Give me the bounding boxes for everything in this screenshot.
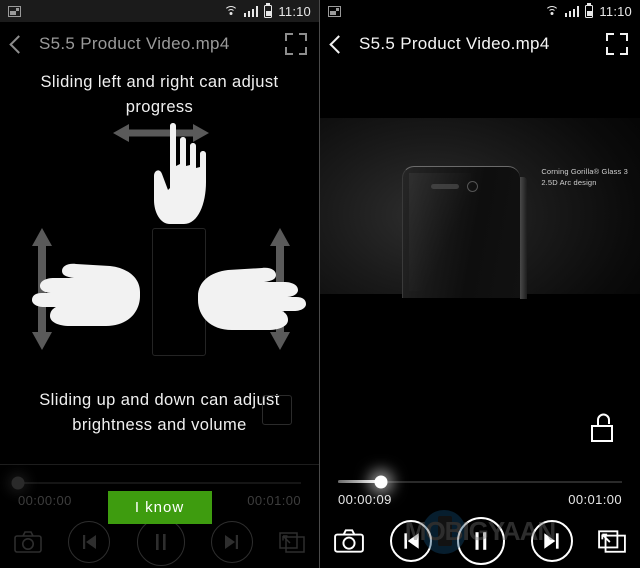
unlock-icon[interactable] (590, 412, 616, 444)
skip-previous-icon[interactable] (68, 521, 111, 563)
video-caption: Corning Gorilla® Glass 3 2.5D Arc design (541, 166, 628, 188)
dual-screenshot-comparison: 11:10 S5.5 Product Video.mp4 Sliding lef… (0, 0, 640, 568)
video-phone-product (402, 166, 527, 299)
wifi-icon (544, 5, 559, 17)
total-time: 00:01:00 (247, 493, 301, 508)
current-time: 00:00:00 (18, 493, 72, 508)
skip-next-icon[interactable] (210, 521, 253, 563)
total-time: 00:01:00 (568, 492, 622, 507)
expand-icon[interactable] (606, 33, 628, 55)
hand-gesture-icon (198, 267, 306, 330)
title-bar: S5.5 Product Video.mp4 (0, 22, 319, 66)
phone-glass-reflection (409, 173, 471, 291)
tutorial-progress-hint: Sliding left and right can adjust progre… (40, 73, 279, 116)
right-panel-video-playback: 11:10 S5.5 Product Video.mp4 Corning Gor… (320, 0, 640, 568)
page-title: S5.5 Product Video.mp4 (39, 34, 230, 53)
status-bar: 11:10 (320, 0, 640, 22)
playback-controls: 00:00:00 00:01:00 I know (0, 464, 319, 568)
hand-gesture-icon (154, 123, 206, 224)
seek-track (18, 482, 301, 484)
background-video-element (262, 395, 292, 425)
battery-icon (585, 4, 594, 18)
video-caption-line1: Corning Gorilla® Glass 3 (541, 167, 628, 176)
current-time: 00:00:09 (338, 492, 392, 507)
seek-thumb[interactable] (11, 476, 25, 489)
seek-bar[interactable] (338, 475, 622, 488)
signal-bars-icon (564, 5, 580, 17)
back-chevron-icon[interactable] (329, 34, 348, 54)
back-chevron-icon[interactable] (9, 34, 28, 54)
pause-icon[interactable] (457, 517, 505, 565)
popup-window-icon[interactable] (279, 530, 305, 554)
control-button-row (320, 514, 640, 568)
status-bar-clock: 11:10 (599, 3, 632, 19)
page-title: S5.5 Product Video.mp4 (359, 34, 550, 53)
seek-bar[interactable] (11, 476, 301, 489)
title-bar: S5.5 Product Video.mp4 (320, 22, 640, 66)
status-bar-clock: 11:10 (278, 3, 311, 19)
status-bar: 11:10 (0, 0, 319, 22)
wifi-icon (223, 5, 238, 17)
skip-previous-icon[interactable] (389, 520, 432, 562)
hand-gesture-icon (32, 263, 140, 326)
expand-icon[interactable] (285, 33, 307, 55)
playback-controls: 00:00:09 00:01:00 MOBIGYAAN (320, 464, 640, 568)
video-caption-line2: 2.5D Arc design (541, 178, 597, 187)
popup-window-icon[interactable] (598, 528, 626, 554)
camera-icon[interactable] (334, 528, 364, 554)
video-surface[interactable]: Corning Gorilla® Glass 3 2.5D Arc design (320, 66, 640, 464)
signal-bars-icon (243, 5, 259, 17)
skip-next-icon[interactable] (530, 520, 573, 562)
pause-icon[interactable] (136, 518, 185, 566)
photo-icon (328, 5, 341, 17)
left-panel-gesture-tutorial: 11:10 S5.5 Product Video.mp4 Sliding lef… (0, 0, 320, 568)
i-know-button[interactable]: I know (107, 491, 212, 524)
seek-thumb[interactable] (374, 475, 388, 488)
video-content: Corning Gorilla® Glass 3 2.5D Arc design (320, 118, 640, 299)
photo-icon (8, 5, 21, 17)
camera-icon[interactable] (14, 530, 42, 554)
battery-icon (264, 4, 273, 18)
time-row: 00:00:09 00:01:00 (338, 492, 622, 507)
